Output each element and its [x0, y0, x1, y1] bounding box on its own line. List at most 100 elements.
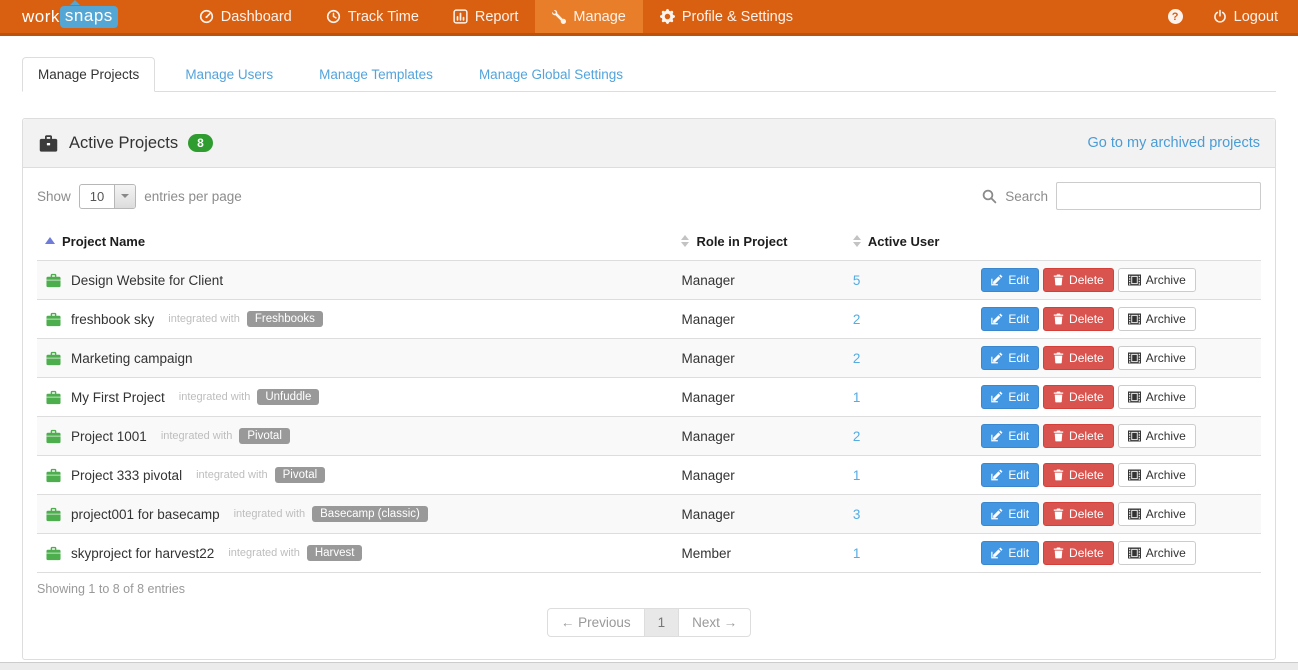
role-in-project: Manager	[673, 261, 844, 300]
wrench-icon	[552, 10, 566, 24]
archive-button[interactable]: Archive	[1118, 541, 1196, 565]
delete-button[interactable]: Delete	[1043, 424, 1114, 448]
project-row: Marketing campaign Manager 2 Edit	[37, 339, 1261, 378]
integrated-with-label: integrated with	[168, 313, 240, 325]
edit-button[interactable]: Edit	[981, 268, 1039, 292]
tab-manage-users[interactable]: Manage Users	[169, 57, 289, 92]
column-header-role[interactable]: Role in Project	[673, 222, 844, 261]
current-page-button[interactable]: 1	[644, 608, 680, 637]
project-briefcase-icon	[45, 273, 62, 288]
footer-strip	[0, 662, 1298, 670]
archive-button[interactable]: Archive	[1118, 385, 1196, 409]
search-icon	[982, 189, 997, 204]
edit-button[interactable]: Edit	[981, 346, 1039, 370]
project-name: freshbook sky	[71, 312, 154, 327]
edit-button[interactable]: Edit	[981, 424, 1039, 448]
column-header-actions	[973, 222, 1261, 261]
search-input[interactable]	[1056, 182, 1261, 210]
search-label: Search	[1005, 189, 1048, 204]
film-archive-icon	[1128, 352, 1141, 364]
sort-both-icon	[681, 231, 689, 251]
help-icon[interactable]: ?	[1168, 9, 1183, 24]
nav-item-dashboard[interactable]: Dashboard	[182, 0, 309, 33]
delete-label: Delete	[1069, 272, 1104, 288]
edit-label: Edit	[1008, 467, 1029, 483]
active-user-count-link[interactable]: 1	[853, 390, 861, 405]
search-control: Search	[982, 182, 1261, 210]
entries-summary: Showing 1 to 8 of 8 entries	[37, 582, 1261, 596]
archive-label: Archive	[1146, 272, 1186, 288]
edit-label: Edit	[1008, 311, 1029, 327]
role-in-project: Member	[673, 534, 844, 573]
next-page-button[interactable]: Next →	[678, 608, 751, 637]
trash-icon	[1053, 508, 1064, 520]
nav-item-manage[interactable]: Manage	[535, 0, 642, 33]
column-label: Project Name	[62, 234, 145, 249]
edit-label: Edit	[1008, 272, 1029, 288]
delete-button[interactable]: Delete	[1043, 268, 1114, 292]
active-user-count-link[interactable]: 1	[853, 546, 861, 561]
tab-manage-templates[interactable]: Manage Templates	[303, 57, 449, 92]
active-user-count-link[interactable]: 2	[853, 312, 861, 327]
integration-badge: Pivotal	[239, 428, 290, 444]
archive-button[interactable]: Archive	[1118, 346, 1196, 370]
film-archive-icon	[1128, 508, 1141, 520]
archive-button[interactable]: Archive	[1118, 307, 1196, 331]
page-size-value: 10	[80, 185, 114, 208]
edit-label: Edit	[1008, 389, 1029, 405]
archived-projects-link[interactable]: Go to my archived projects	[1088, 135, 1260, 151]
column-label: Active User	[868, 234, 940, 249]
worksnaps-logo[interactable]: work snaps	[0, 0, 118, 33]
delete-button[interactable]: Delete	[1043, 502, 1114, 526]
delete-button[interactable]: Delete	[1043, 307, 1114, 331]
active-user-count-link[interactable]: 1	[853, 468, 861, 483]
project-row: My First Project integrated with Unfuddl…	[37, 378, 1261, 417]
delete-button[interactable]: Delete	[1043, 463, 1114, 487]
project-row: Project 1001 integrated with Pivotal Man…	[37, 417, 1261, 456]
archive-button[interactable]: Archive	[1118, 463, 1196, 487]
archive-button[interactable]: Archive	[1118, 268, 1196, 292]
nav-item-track-time[interactable]: Track Time	[309, 0, 436, 33]
column-header-project-name[interactable]: Project Name	[37, 222, 673, 261]
delete-label: Delete	[1069, 506, 1104, 522]
active-user-count-link[interactable]: 2	[853, 429, 861, 444]
page-size-select[interactable]: 10	[79, 184, 136, 209]
logout-button[interactable]: Logout	[1213, 9, 1278, 25]
edit-button[interactable]: Edit	[981, 463, 1039, 487]
integrated-with-label: integrated with	[228, 547, 300, 559]
select-caret-button[interactable]	[114, 185, 135, 208]
project-briefcase-icon	[45, 312, 62, 327]
show-label: Show	[37, 189, 71, 204]
delete-button[interactable]: Delete	[1043, 385, 1114, 409]
delete-button[interactable]: Delete	[1043, 346, 1114, 370]
project-briefcase-icon	[45, 468, 62, 483]
integration-info: integrated with Basecamp (classic)	[234, 506, 428, 522]
project-count-badge: 8	[188, 134, 213, 152]
active-user-count-link[interactable]: 2	[853, 351, 861, 366]
active-projects-panel: Active Projects 8 Go to my archived proj…	[22, 118, 1276, 660]
trash-icon	[1053, 391, 1064, 403]
tab-manage-global-settings[interactable]: Manage Global Settings	[463, 57, 639, 92]
page-size-control: Show 10 entries per page	[37, 184, 242, 209]
column-header-active-user[interactable]: Active User	[845, 222, 974, 261]
delete-button[interactable]: Delete	[1043, 541, 1114, 565]
edit-button[interactable]: Edit	[981, 307, 1039, 331]
edit-icon	[991, 430, 1003, 442]
project-row: skyproject for harvest22 integrated with…	[37, 534, 1261, 573]
archive-button[interactable]: Archive	[1118, 424, 1196, 448]
edit-button[interactable]: Edit	[981, 541, 1039, 565]
project-name: project001 for basecamp	[71, 507, 220, 522]
project-name: Project 333 pivotal	[71, 468, 182, 483]
active-user-count-link[interactable]: 3	[853, 507, 861, 522]
nav-item-profile-settings[interactable]: Profile & Settings	[643, 0, 810, 33]
tab-manage-projects[interactable]: Manage Projects	[22, 57, 155, 92]
delete-label: Delete	[1069, 389, 1104, 405]
previous-page-button[interactable]: ← Previous	[547, 608, 645, 637]
nav-item-report[interactable]: Report	[436, 0, 536, 33]
archive-button[interactable]: Archive	[1118, 502, 1196, 526]
edit-button[interactable]: Edit	[981, 502, 1039, 526]
active-user-count-link[interactable]: 5	[853, 273, 861, 288]
table-toolbar: Show 10 entries per page Search	[37, 182, 1261, 210]
edit-button[interactable]: Edit	[981, 385, 1039, 409]
nav-label: Dashboard	[221, 9, 292, 25]
